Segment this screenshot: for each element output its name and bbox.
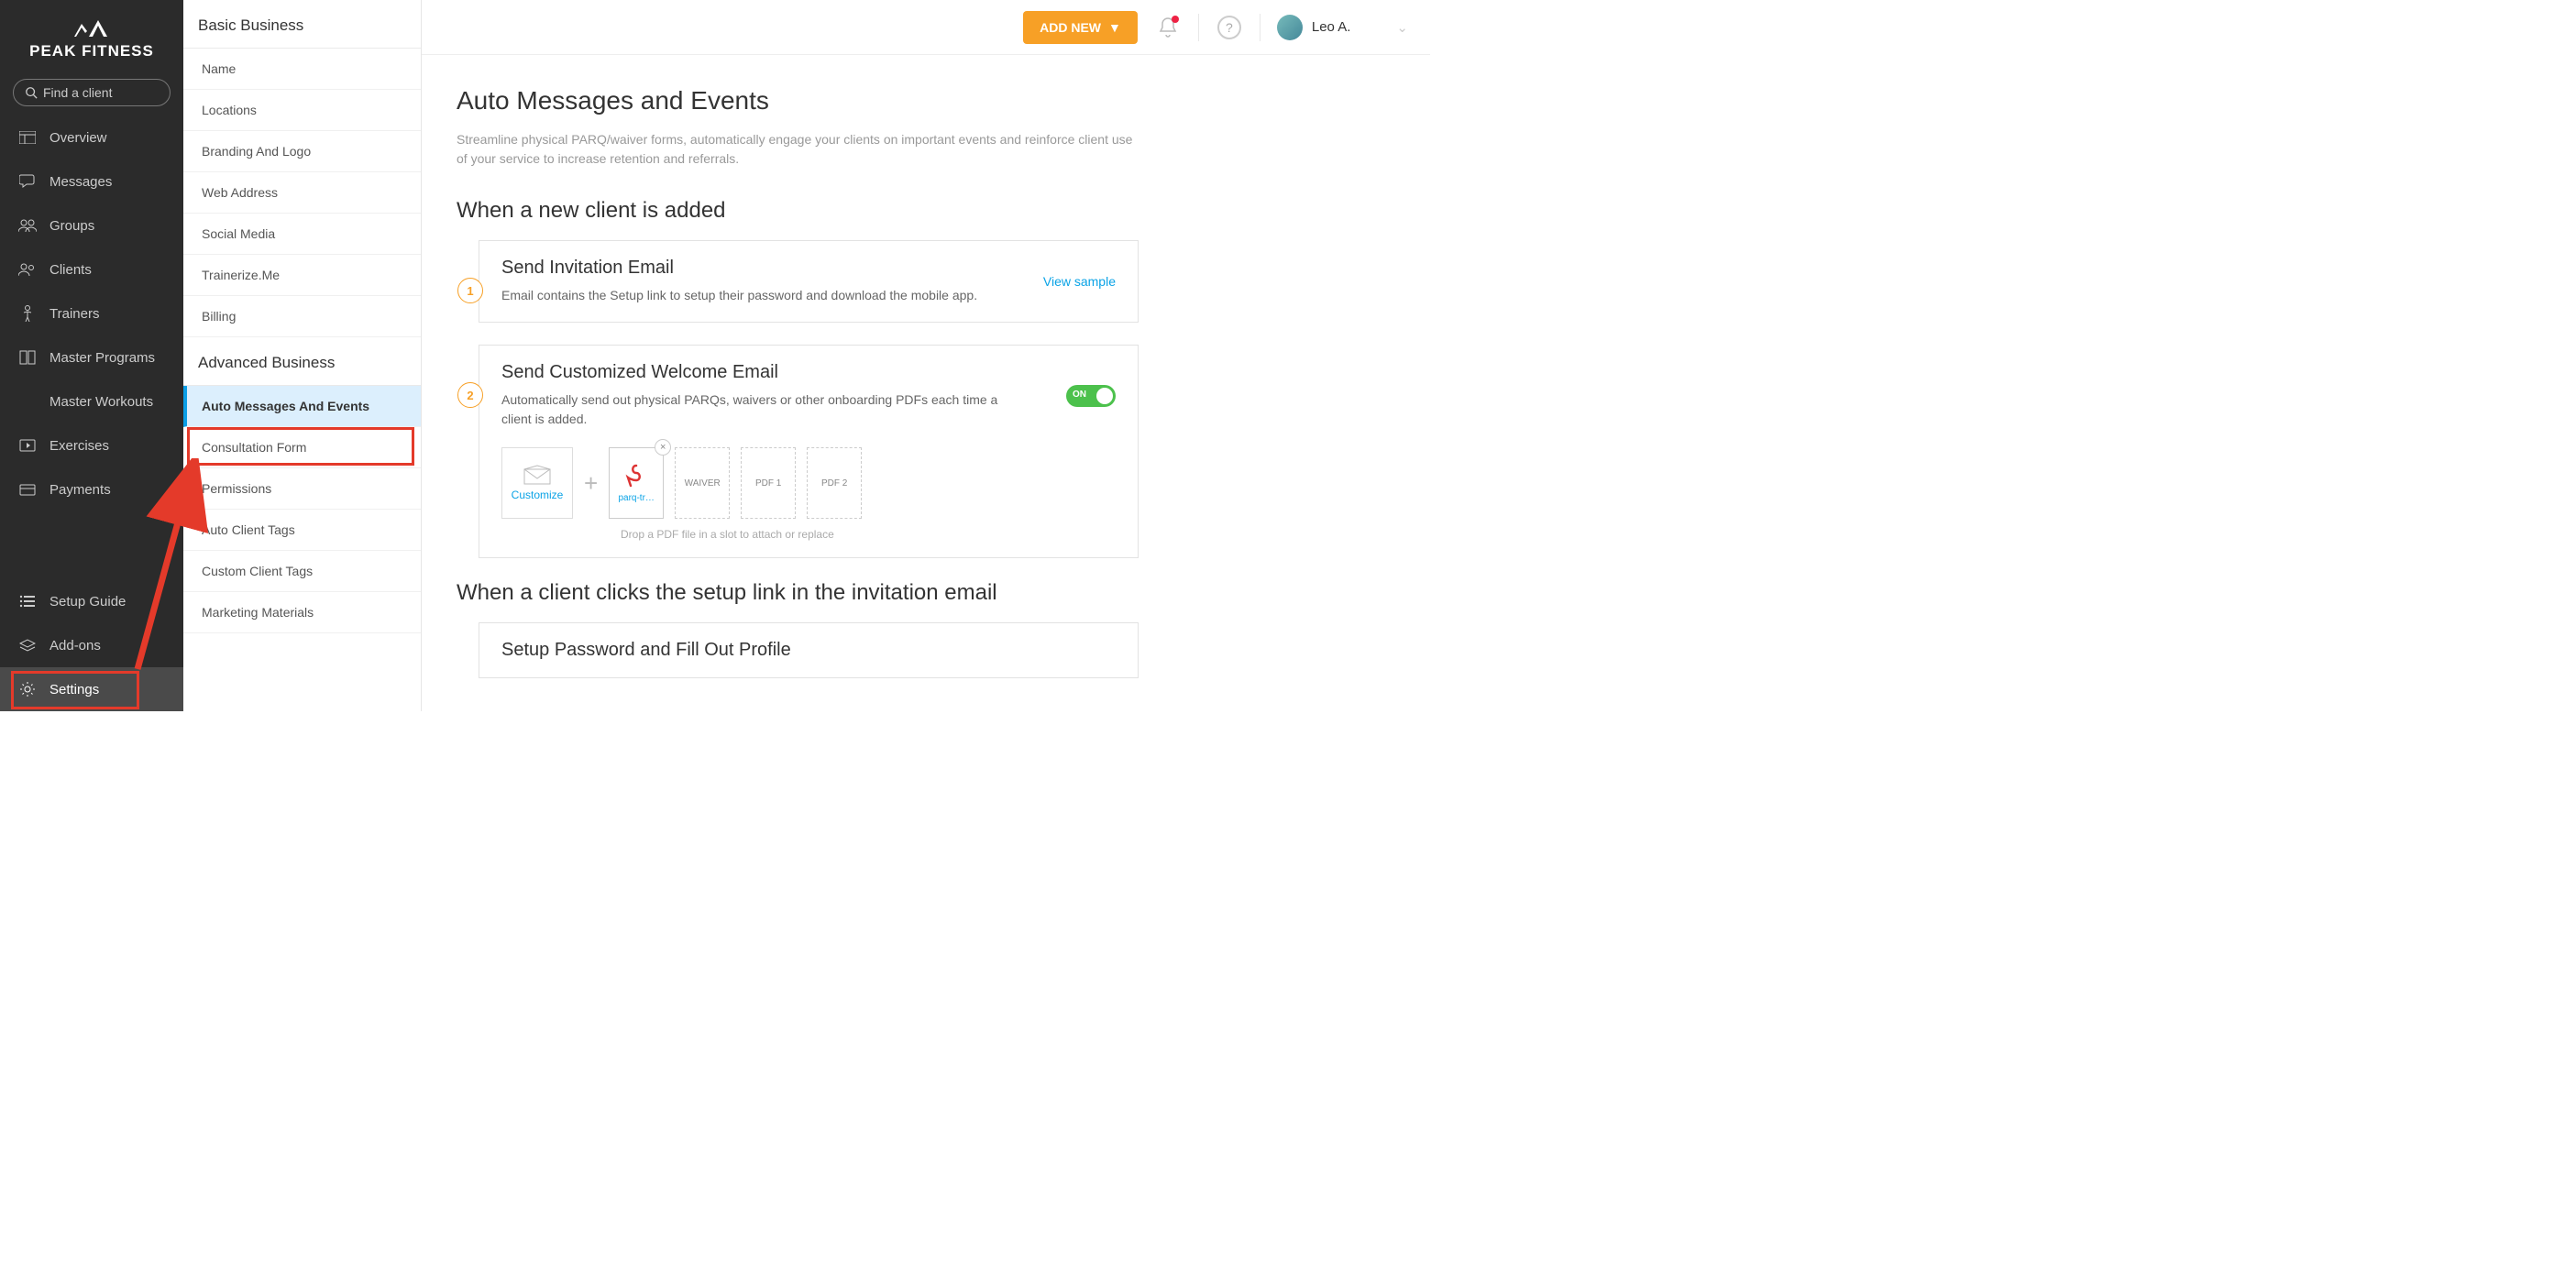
- sub-item-consultation-form[interactable]: Consultation Form: [183, 427, 421, 468]
- sub-item-trainerize-me[interactable]: Trainerize.Me: [183, 255, 421, 296]
- card-welcome-email: 2 Send Customized Welcome Email Automati…: [479, 345, 1139, 558]
- pdf-slot-2[interactable]: WAIVER: [675, 447, 730, 519]
- card-icon: [18, 480, 37, 499]
- welcome-email-toggle[interactable]: ON: [1066, 385, 1116, 407]
- chevron-down-icon: ⌄: [1396, 19, 1408, 36]
- exercises-icon: [18, 436, 37, 455]
- notification-dot: [1172, 16, 1179, 23]
- step-num-1: 1: [457, 278, 483, 303]
- search-icon: [25, 86, 38, 99]
- trainer-icon: [18, 304, 37, 323]
- sub-item-social-media[interactable]: Social Media: [183, 214, 421, 255]
- sidebar-item-trainers[interactable]: Trainers: [0, 291, 183, 335]
- settings-subsidebar: Basic Business Name Locations Branding A…: [183, 0, 422, 711]
- sub-item-permissions[interactable]: Permissions: [183, 468, 421, 510]
- sidebar-item-clients[interactable]: Clients: [0, 247, 183, 291]
- list-icon: [18, 592, 37, 610]
- view-sample-link[interactable]: View sample: [1043, 274, 1116, 289]
- add-new-button[interactable]: ADD NEW▼: [1023, 11, 1138, 44]
- card-setup-password: Setup Password and Fill Out Profile: [479, 622, 1139, 678]
- pdf-slot-3[interactable]: PDF 1: [741, 447, 796, 519]
- help-button[interactable]: ?: [1216, 14, 1243, 41]
- sub-item-marketing-materials[interactable]: Marketing Materials: [183, 592, 421, 633]
- group-icon: [18, 216, 37, 235]
- username: Leo A.: [1312, 19, 1351, 35]
- addons-icon: [18, 636, 37, 654]
- card3-title: Setup Password and Fill Out Profile: [501, 640, 1116, 661]
- sidebar-item-master-programs[interactable]: Master Programs: [0, 335, 183, 379]
- plus-icon: +: [584, 469, 598, 498]
- chat-icon: [18, 172, 37, 191]
- subsection-advanced-business: Advanced Business: [183, 337, 421, 386]
- card2-desc: Automatically send out physical PARQs, w…: [501, 390, 1015, 429]
- sub-item-branding[interactable]: Branding And Logo: [183, 131, 421, 172]
- avatar: [1277, 15, 1303, 40]
- caret-down-icon: ▼: [1108, 20, 1121, 35]
- help-icon: ?: [1217, 16, 1241, 39]
- user-menu[interactable]: Leo A. ⌄: [1277, 15, 1408, 40]
- subsection-basic-business: Basic Business: [183, 0, 421, 49]
- sidebar-item-groups[interactable]: Groups: [0, 203, 183, 247]
- sub-item-name[interactable]: Name: [183, 49, 421, 90]
- brand-logo: PEAK FITNESS: [0, 0, 183, 73]
- step-num-2: 2: [457, 382, 483, 408]
- sidebar-item-payments[interactable]: Payments: [0, 467, 183, 511]
- workouts-icon: [18, 392, 37, 411]
- mountain-icon: [69, 16, 115, 38]
- drop-hint: Drop a PDF file in a slot to attach or r…: [621, 528, 1116, 541]
- page-title: Auto Messages and Events: [457, 86, 1393, 115]
- card1-title: Send Invitation Email: [501, 258, 977, 279]
- main-panel: ADD NEW▼ ? Leo A. ⌄ Auto Messages and Ev…: [422, 0, 1430, 711]
- gear-icon: [18, 680, 37, 698]
- sidebar-item-overview[interactable]: Overview: [0, 115, 183, 159]
- sidebar-item-addons[interactable]: Add-ons: [0, 623, 183, 667]
- sidebar-item-messages[interactable]: Messages: [0, 159, 183, 203]
- topbar: ADD NEW▼ ? Leo A. ⌄: [422, 0, 1430, 55]
- sidebar-item-settings[interactable]: Settings: [0, 667, 183, 711]
- section-when-new-client: When a new client is added: [457, 198, 1393, 224]
- sub-item-billing[interactable]: Billing: [183, 296, 421, 337]
- customize-button[interactable]: Customize: [501, 447, 573, 519]
- notifications-button[interactable]: [1154, 14, 1182, 41]
- section-when-click-setup: When a client clicks the setup link in t…: [457, 580, 1393, 606]
- pdf-slot-4[interactable]: PDF 2: [807, 447, 862, 519]
- brand-name: PEAK FITNESS: [9, 42, 174, 60]
- sub-item-custom-client-tags[interactable]: Custom Client Tags: [183, 551, 421, 592]
- search-input[interactable]: Find a client: [13, 79, 171, 106]
- sidebar-item-exercises[interactable]: Exercises: [0, 423, 183, 467]
- envelope-icon: [523, 465, 551, 485]
- pdf-slot-1[interactable]: × parq-tr…: [609, 447, 664, 519]
- sub-item-locations[interactable]: Locations: [183, 90, 421, 131]
- main-sidebar: PEAK FITNESS Find a client Overview Mess…: [0, 0, 183, 711]
- dashboard-icon: [18, 128, 37, 147]
- card2-title: Send Customized Welcome Email: [501, 362, 1015, 383]
- sub-item-auto-client-tags[interactable]: Auto Client Tags: [183, 510, 421, 551]
- page-subtitle: Streamline physical PARQ/waiver forms, a…: [457, 130, 1135, 169]
- card1-desc: Email contains the Setup link to setup t…: [501, 286, 977, 305]
- sidebar-item-setup-guide[interactable]: Setup Guide: [0, 579, 183, 623]
- programs-icon: [18, 348, 37, 367]
- sidebar-item-master-workouts[interactable]: Master Workouts: [0, 379, 183, 423]
- clients-icon: [18, 260, 37, 279]
- card-invitation-email: 1 Send Invitation Email Email contains t…: [479, 240, 1139, 323]
- sub-item-auto-messages[interactable]: Auto Messages And Events: [183, 386, 421, 427]
- pdf-icon: [624, 464, 648, 491]
- sub-item-web-address[interactable]: Web Address: [183, 172, 421, 214]
- remove-pdf-button[interactable]: ×: [655, 439, 671, 456]
